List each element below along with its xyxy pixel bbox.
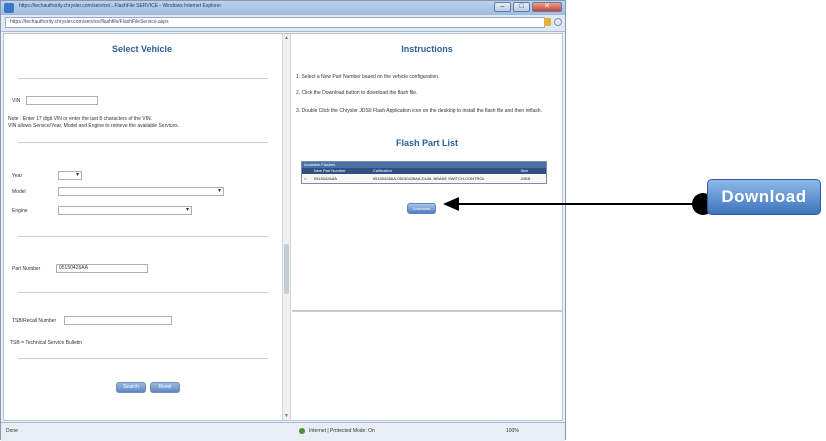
security-zone: Internet | Protected Mode: On [309, 428, 375, 434]
vin-note: Note : Enter 17 digit VIN or enter the l… [8, 116, 152, 122]
cell-part-number: 05150426AA [313, 176, 337, 181]
url-field[interactable]: https://techauthority.chrysler.com/servi… [5, 17, 545, 28]
select-vehicle-pane: Select Vehicle VIN Note : Enter 17 digit… [4, 34, 280, 420]
model-select[interactable] [58, 187, 224, 196]
instruction-step-3: 3. Double Click the Chrysler JDSII Flash… [296, 108, 542, 114]
page-content: Select Vehicle VIN Note : Enter 17 digit… [3, 33, 563, 421]
flash-part-list-title: Flash Part List [395, 138, 458, 148]
cell-size: 24KB [520, 176, 531, 181]
download-button[interactable]: Download [407, 203, 436, 214]
vin-label: VIN [12, 98, 21, 104]
table-row[interactable]: ○ 05150426AA 05150426AA-05150426AA-DUAL … [302, 174, 546, 183]
reset-button[interactable]: Reset [150, 382, 180, 393]
zoom-level[interactable]: 100% [506, 428, 519, 434]
instructions-pane: Instructions 1. Select a New Part Number… [292, 34, 562, 306]
maximize-button[interactable]: □ [513, 2, 530, 12]
part-number-input[interactable]: 05150426AA [56, 264, 148, 273]
model-label: Model [12, 189, 26, 195]
status-text: Done [6, 428, 18, 434]
divider [18, 142, 268, 143]
scroll-thumb[interactable] [284, 244, 289, 294]
year-label: Year [12, 173, 23, 179]
select-vehicle-title: Select Vehicle [111, 44, 173, 54]
arrow-line [455, 203, 695, 205]
tsb-input[interactable] [64, 316, 172, 325]
browser-window: https://techauthority.chrysler.com/servi… [0, 0, 566, 441]
instruction-step-2: 2. Click the Download button to download… [296, 90, 418, 96]
scroll-down-icon[interactable]: ▼ [284, 413, 289, 419]
window-controls: – □ ✕ [494, 2, 562, 12]
flash-table: Available Flashes New Part Number Calibr… [301, 161, 547, 184]
instruction-step-1: 1. Select a New Part Number based on the… [296, 74, 440, 80]
year-select[interactable] [58, 171, 82, 180]
status-bar: Done Internet | Protected Mode: On 100% [1, 422, 565, 441]
lock-icon[interactable] [544, 18, 551, 26]
part-number-label: Part Number [12, 266, 41, 272]
title-bar: https://techauthority.chrysler.com/servi… [1, 1, 565, 15]
minimize-button[interactable]: – [494, 2, 511, 12]
tsb-label: TSB/Recall Number [12, 318, 57, 324]
engine-select[interactable] [58, 206, 192, 215]
engine-label: Engine [12, 208, 28, 214]
vin-note-2: VIN allows Service/Year, Model and Engin… [8, 123, 180, 129]
divider [18, 236, 268, 237]
divider [18, 292, 268, 293]
search-button[interactable]: Search [116, 382, 146, 393]
globe-icon [299, 428, 305, 434]
address-bar: https://techauthority.chrysler.com/servi… [1, 15, 565, 32]
instructions-title: Instructions [401, 44, 453, 54]
close-button[interactable]: ✕ [532, 2, 562, 12]
divider [18, 358, 268, 359]
refresh-icon[interactable] [554, 18, 562, 26]
cell-calibration: 05150426AA-05150426AA-DUAL BRAKE SWITCH-… [372, 176, 485, 181]
left-pane-scrollbar[interactable]: ▲ ▼ [282, 34, 291, 420]
window-title: https://techauthority.chrysler.com/servi… [19, 3, 222, 9]
ie-icon [4, 3, 14, 13]
download-callout-button: Download [707, 179, 821, 215]
lower-frame [292, 310, 562, 422]
tsb-note: TSB = Technical Service Bulletin [10, 340, 83, 346]
vin-input[interactable] [26, 96, 98, 105]
row-radio[interactable]: ○ [302, 174, 314, 183]
scroll-up-icon[interactable]: ▲ [284, 35, 289, 41]
divider [18, 78, 268, 79]
